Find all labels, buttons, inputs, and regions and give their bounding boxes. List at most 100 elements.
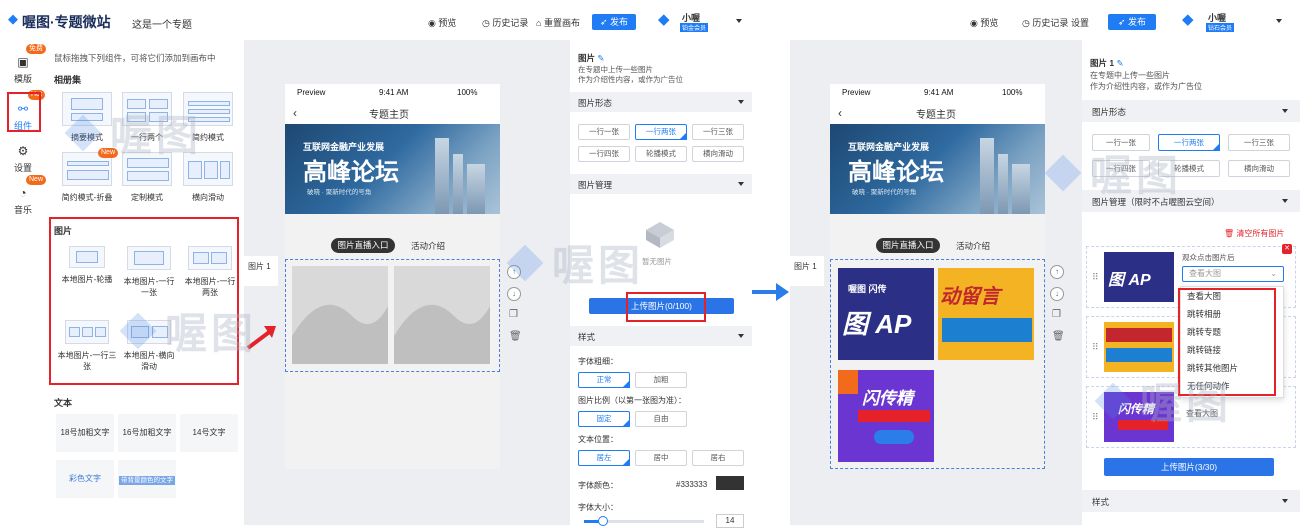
delete-icon[interactable]: 🗑 <box>1052 331 1065 342</box>
history-button[interactable]: ◷ 历史记录 <box>482 16 528 29</box>
move-down-icon[interactable]: ↓ <box>1050 287 1064 301</box>
back-icon[interactable]: ‹ <box>838 106 842 120</box>
props-desc-2: 作为介绍性内容，或作为广告位 <box>1090 82 1202 91</box>
text-tile-colored[interactable]: 彩色文字 <box>56 460 114 498</box>
app-logo[interactable]: 喔图·专题微站 <box>22 12 111 32</box>
clear-all-button[interactable]: 🗑 清空所有图片 <box>1224 228 1284 239</box>
tab-event-intro[interactable]: 活动介绍 <box>411 240 445 252</box>
move-up-icon[interactable]: ↑ <box>1050 265 1064 279</box>
ratio-fixed[interactable]: 固定 <box>578 411 630 427</box>
right-topbar: ◉ 预览 ◷ 历史记录 设置 ➶ 发布 ◆ 小喔 钻石会员 <box>790 0 1314 40</box>
text-tile-18-bold[interactable]: 18号加粗文字 <box>56 414 114 452</box>
nav-templates[interactable]: ▣ 模版 <box>0 55 46 85</box>
click-action-select[interactable]: 查看大图 ⌄ <box>1182 266 1284 282</box>
right-publish-button[interactable]: ➶ 发布 <box>1108 14 1156 30</box>
color-swatch[interactable] <box>716 476 744 490</box>
form-three-per-row[interactable]: 一行三张 <box>692 124 744 140</box>
copy-icon[interactable]: ❐ <box>1052 309 1061 320</box>
event-banner: 互联网金融产业发展 高峰论坛 破晓 · 聚新时代的号角 <box>285 124 500 214</box>
eye-icon: ◉ <box>428 18 439 28</box>
banner-tag: 破晓 · 聚新时代的号角 <box>307 189 372 196</box>
right-canvas-tag[interactable]: 图片 1 <box>790 256 824 286</box>
manage-section-header[interactable]: 图片管理 <box>570 174 752 194</box>
edit-icon[interactable]: ✎ <box>597 53 604 63</box>
tab-event-intro[interactable]: 活动介绍 <box>956 240 990 252</box>
color-label: 字体颜色： <box>578 481 618 490</box>
tab-live-entry[interactable]: 图片直播入口 <box>876 238 940 253</box>
right-settings-button[interactable]: 设置 <box>1071 16 1089 29</box>
form-section-header[interactable]: 图片形态 <box>570 92 752 112</box>
drag-handle-icon[interactable]: ⠿ <box>1092 272 1099 283</box>
form-two-per-row[interactable]: 一行两张 <box>635 124 687 140</box>
user-avatar[interactable]: ◆ <box>658 12 674 28</box>
event-banner: 互联网金融产业发展 高峰论坛 破晓 · 聚新时代的号角 <box>830 124 1045 214</box>
weight-normal[interactable]: 正常 <box>578 372 630 388</box>
carrier: Preview <box>842 88 871 97</box>
album-tile-simple-fold[interactable]: 简约模式-折叠 <box>58 152 116 203</box>
user-menu-caret[interactable] <box>736 19 742 23</box>
edit-icon[interactable]: ✎ <box>1116 58 1123 68</box>
style-section-header[interactable]: 样式 <box>1082 490 1300 512</box>
watermark-text: 喔图 <box>552 242 645 289</box>
position-right[interactable]: 居右 <box>692 450 744 466</box>
album-section-title: 相册集 <box>54 75 82 85</box>
right-preview-button[interactable]: ◉ 预览 <box>970 16 998 29</box>
image-item-1-thumb: 图 AP <box>1104 252 1174 302</box>
right-history-button[interactable]: ◷ 历史记录 <box>1022 16 1068 29</box>
empty-images-icon <box>640 210 680 250</box>
drag-handle-icon[interactable]: ⠿ <box>1092 342 1099 353</box>
form-horizontal[interactable]: 横向滑动 <box>1228 160 1290 177</box>
ratio-free[interactable]: 自由 <box>635 411 687 427</box>
nav-settings[interactable]: ⚙ 设置 <box>0 144 46 174</box>
right-user-menu-caret[interactable] <box>1276 19 1282 23</box>
send-icon: ➶ <box>599 17 611 27</box>
text-tile-14[interactable]: 14号文字 <box>180 414 238 452</box>
back-icon[interactable]: ‹ <box>293 106 297 120</box>
left-topbar: ◆ 喔图·专题微站 这是一个专题 ◉ 预览 ◷ 历史记录 ⌂ 重置画布 ➶ 发布… <box>0 0 760 40</box>
upload-highlight <box>626 292 706 322</box>
form-four-per-row[interactable]: 一行四张 <box>578 146 630 162</box>
text-section-title: 文本 <box>54 398 73 408</box>
left-sidebar-nav: ▣ 模版 免费 ⚯ 组件 Hot ⚙ 设置 ◔ 音乐 New <box>0 40 47 525</box>
clock-icon: ◷ <box>482 18 493 28</box>
position-left[interactable]: 居左 <box>578 450 630 466</box>
form-section-header[interactable]: 图片形态 <box>1082 100 1300 122</box>
battery: 100% <box>1002 88 1023 97</box>
preview-button[interactable]: ◉ 预览 <box>428 16 456 29</box>
banner-title: 高峰论坛 <box>848 159 944 186</box>
right-user-avatar[interactable]: ◆ <box>1182 12 1198 28</box>
logo-icon: ◆ <box>8 11 18 26</box>
left-canvas-tag[interactable]: 图片 1 <box>244 256 278 286</box>
nav-music[interactable]: ◔ 音乐 <box>0 186 46 216</box>
color-value: #333333 <box>676 480 708 489</box>
template-icon: ▣ <box>17 55 29 69</box>
form-one-per-row[interactable]: 一行一张 <box>578 124 630 140</box>
flow-arrow-icon <box>752 280 790 304</box>
delete-icon[interactable]: 🗑 <box>509 331 522 342</box>
text-tile-16-bold[interactable]: 16号加粗文字 <box>118 414 176 452</box>
reset-canvas-button[interactable]: ⌂ 重置画布 <box>536 16 580 29</box>
form-carousel[interactable]: 轮播模式 <box>635 146 687 162</box>
right-properties-panel: 图片 1 ✎ 在专题中上传一些图片 作为介绍性内容，或作为广告位 图片形态 一行… <box>1082 40 1300 525</box>
upload-images-button[interactable]: 上传图片(3/30) <box>1104 458 1274 476</box>
drag-hint: 鼠标拖拽下列组件，可将它们添加到画布中 <box>54 53 216 63</box>
style-section-header[interactable]: 样式 <box>570 326 752 346</box>
remove-image-icon[interactable]: ✕ <box>1282 244 1292 254</box>
publish-button[interactable]: ➶ 发布 <box>592 14 636 30</box>
drag-handle-icon[interactable]: ⠿ <box>1092 412 1099 423</box>
eye-icon: ◉ <box>970 18 981 28</box>
form-three-per-row[interactable]: 一行三张 <box>1228 134 1290 151</box>
move-down-icon[interactable]: ↓ <box>507 287 521 301</box>
tab-live-entry[interactable]: 图片直播入口 <box>331 238 395 253</box>
watermark-text: 喔图 <box>1140 380 1233 427</box>
position-center[interactable]: 居中 <box>635 450 687 466</box>
size-input[interactable]: 14 <box>716 514 744 528</box>
uploaded-image-1: 喔图 闪传 图 AP <box>838 268 934 360</box>
watermark-text: 喔图 <box>165 310 258 357</box>
phone-page-title: 专题主页 <box>369 110 409 121</box>
form-horizontal[interactable]: 横向滑动 <box>692 146 744 162</box>
weight-bold[interactable]: 加粗 <box>635 372 687 388</box>
text-tile-with-bg[interactable]: 带背景颜色的文字 <box>118 460 176 498</box>
weight-label: 字体粗细： <box>578 357 618 366</box>
copy-icon[interactable]: ❐ <box>509 309 518 320</box>
